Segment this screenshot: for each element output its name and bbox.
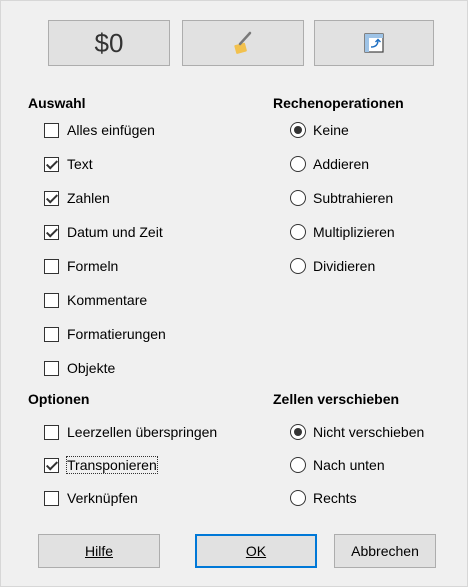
option-label: Datum und Zeit (67, 224, 163, 240)
option-label: Objekte (67, 360, 116, 376)
radio-button-circle[interactable] (290, 156, 306, 172)
checkbox-box[interactable] (44, 224, 59, 240)
zellen-verschieben-heading: Zellen verschieben (273, 391, 400, 407)
checkbox-kommentare[interactable]: Kommentare (44, 291, 147, 309)
help-button-label: Hilfe (84, 543, 113, 559)
values-only-button[interactable]: $0 (48, 20, 170, 66)
option-label: Alles einfügen (67, 122, 155, 138)
option-label: Rechts (313, 490, 357, 506)
checkbox-zahlen[interactable]: Zahlen (44, 189, 110, 207)
checkbox-leerzellen-überspringen[interactable]: Leerzellen überspringen (44, 423, 217, 441)
ok-button-label: OK (245, 543, 267, 559)
radio-multiplizieren[interactable]: Multiplizieren (290, 223, 395, 241)
checkbox-objekte[interactable]: Objekte (44, 359, 115, 377)
transpose-button[interactable] (314, 20, 434, 66)
option-label: Formeln (67, 258, 119, 274)
cancel-button-label: Abbrechen (351, 543, 419, 559)
radio-rechts[interactable]: Rechts (290, 489, 357, 507)
option-label: Transponieren (66, 456, 158, 474)
option-label: Addieren (313, 156, 370, 172)
cancel-button[interactable]: Abbrechen (334, 534, 436, 568)
radio-button-circle[interactable] (290, 424, 306, 440)
checkbox-box[interactable] (44, 156, 59, 172)
checkbox-formeln[interactable]: Formeln (44, 257, 118, 275)
checkbox-box[interactable] (44, 424, 59, 440)
option-label: Formatierungen (67, 326, 166, 342)
paste-special-dialog: $0 Auswahl Alles einfügen Text Zahlen Datum… (0, 0, 468, 587)
rechenoperationen-heading: Rechenoperationen (273, 95, 404, 111)
values-only-label: $0 (94, 27, 124, 58)
option-label: Dividieren (313, 258, 376, 274)
radio-keine[interactable]: Keine (290, 121, 349, 139)
help-button[interactable]: Hilfe (38, 534, 160, 568)
broom-icon (234, 31, 252, 54)
option-label: Text (67, 156, 93, 172)
checkbox-box[interactable] (44, 326, 59, 342)
checkbox-alles-einfügen[interactable]: Alles einfügen (44, 121, 155, 139)
checkbox-box[interactable] (44, 457, 59, 473)
checkbox-formatierungen[interactable]: Formatierungen (44, 325, 166, 343)
radio-subtrahieren[interactable]: Subtrahieren (290, 189, 393, 207)
optionen-heading: Optionen (28, 391, 90, 407)
radio-button-circle[interactable] (290, 224, 306, 240)
option-label: Verknüpfen (67, 490, 138, 506)
radio-button-circle[interactable] (290, 190, 306, 206)
option-label: Nicht verschieben (313, 424, 425, 440)
checkbox-box[interactable] (44, 190, 59, 206)
radio-button-circle[interactable] (290, 258, 306, 274)
checkbox-box[interactable] (44, 360, 59, 376)
auswahl-heading: Auswahl (28, 95, 86, 111)
option-label: Kommentare (67, 292, 148, 308)
option-label: Leerzellen überspringen (67, 424, 218, 440)
radio-dividieren[interactable]: Dividieren (290, 257, 375, 275)
checkbox-datum-und-zeit[interactable]: Datum und Zeit (44, 223, 163, 241)
transpose-icon (364, 33, 384, 53)
checkbox-box[interactable] (44, 292, 59, 308)
checkbox-text[interactable]: Text (44, 155, 93, 173)
checkbox-verknüpfen[interactable]: Verknüpfen (44, 489, 138, 507)
option-label: Multiplizieren (313, 224, 395, 240)
formats-only-button[interactable] (182, 20, 304, 66)
radio-nicht-verschieben[interactable]: Nicht verschieben (290, 423, 424, 441)
option-label: Zahlen (67, 190, 110, 206)
checkbox-transponieren[interactable]: Transponieren (44, 456, 158, 474)
checkbox-box[interactable] (44, 490, 59, 506)
option-label: Keine (313, 122, 349, 138)
radio-button-circle[interactable] (290, 457, 306, 473)
radio-button-circle[interactable] (290, 490, 306, 506)
radio-button-circle[interactable] (290, 122, 306, 138)
checkbox-box[interactable] (44, 122, 59, 138)
checkbox-box[interactable] (44, 258, 59, 274)
option-label: Nach unten (313, 457, 385, 473)
ok-button[interactable]: OK (195, 534, 317, 568)
radio-addieren[interactable]: Addieren (290, 155, 369, 173)
option-label: Subtrahieren (313, 190, 394, 206)
radio-nach-unten[interactable]: Nach unten (290, 456, 385, 474)
